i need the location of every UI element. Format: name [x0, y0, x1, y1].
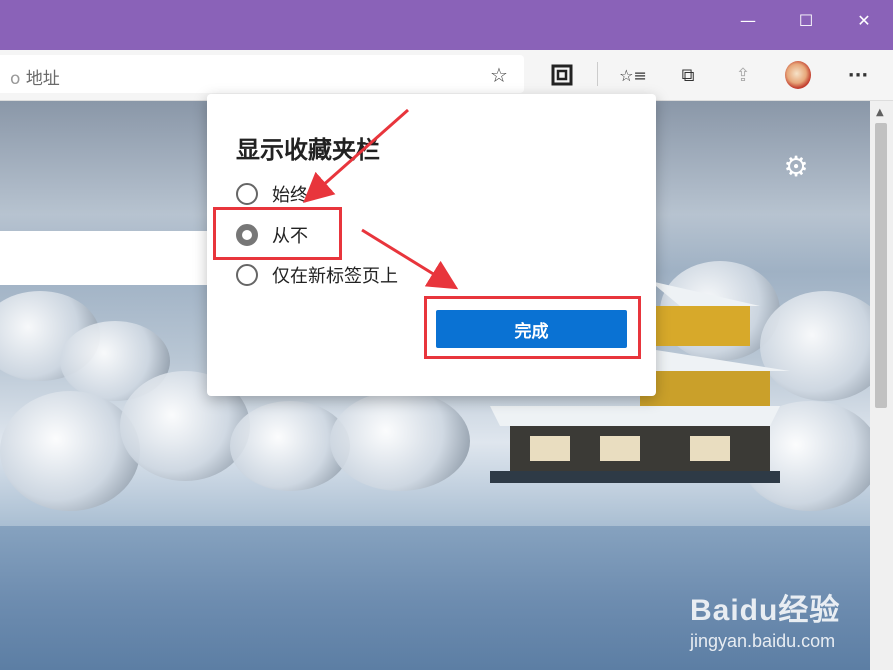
baidu-watermark: Baidu经验 jingyan.baidu.com: [690, 585, 840, 652]
annotation-arrows: [303, 108, 459, 290]
watermark-url: jingyan.baidu.com: [690, 631, 836, 651]
watermark-brand: Baidu经验: [690, 594, 841, 627]
arrow-to-never: [303, 108, 409, 203]
arrow-to-done: [361, 228, 459, 290]
